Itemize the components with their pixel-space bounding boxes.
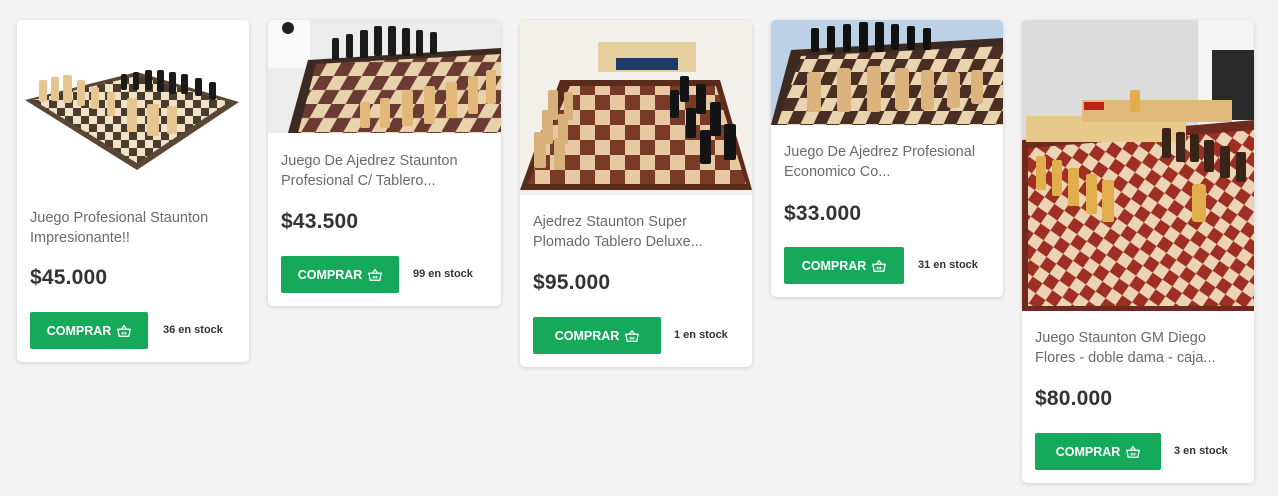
product-card[interactable]: Juego Profesional Staunton Impresionante… xyxy=(17,20,249,362)
product-card[interactable]: Juego Staunton GM Diego Flores - doble d… xyxy=(1022,20,1254,483)
stock-count: 36 en stock xyxy=(163,324,223,336)
product-title[interactable]: Juego De Ajedrez Staunton Profesional C/… xyxy=(281,151,489,191)
product-title[interactable]: Juego De Ajedrez Profesional Economico C… xyxy=(784,142,991,182)
chess-set-image xyxy=(1022,20,1254,311)
basket-icon xyxy=(872,259,887,273)
basket-icon xyxy=(368,268,383,282)
product-title[interactable]: Juego Profesional Staunton Impresionante… xyxy=(30,208,237,248)
product-price: $45.000 xyxy=(30,266,108,289)
buy-button-label: COMPRAR xyxy=(554,328,620,343)
product-image[interactable] xyxy=(1022,20,1254,311)
product-price: $80.000 xyxy=(1035,387,1113,410)
buy-button-label: COMPRAR xyxy=(46,323,112,338)
stock-count: 3 en stock xyxy=(1174,445,1228,457)
product-title[interactable]: Ajedrez Staunton Super Plomado Tablero D… xyxy=(533,212,740,252)
buy-button-label: COMPRAR xyxy=(801,258,867,273)
chess-set-image xyxy=(268,20,501,133)
buy-button[interactable]: COMPRAR xyxy=(30,312,148,349)
chess-set-image xyxy=(25,70,239,170)
chess-set-image xyxy=(771,20,1003,125)
product-image[interactable] xyxy=(268,20,501,133)
buy-button-label: COMPRAR xyxy=(297,267,363,282)
buy-button-label: COMPRAR xyxy=(1055,444,1121,459)
product-image[interactable] xyxy=(17,20,249,200)
buy-button[interactable]: COMPRAR xyxy=(533,317,661,354)
product-price: $95.000 xyxy=(533,271,611,294)
basket-icon xyxy=(1126,445,1141,459)
product-card[interactable]: Juego De Ajedrez Profesional Economico C… xyxy=(771,20,1003,297)
chess-set-image xyxy=(520,20,752,195)
product-card[interactable]: Ajedrez Staunton Super Plomado Tablero D… xyxy=(520,20,752,367)
basket-icon xyxy=(625,329,640,343)
buy-button[interactable]: COMPRAR xyxy=(281,256,399,293)
product-title[interactable]: Juego Staunton GM Diego Flores - doble d… xyxy=(1035,328,1242,368)
basket-icon xyxy=(117,324,132,338)
product-image[interactable] xyxy=(771,20,1003,125)
product-price: $33.000 xyxy=(784,202,862,225)
buy-button[interactable]: COMPRAR xyxy=(784,247,904,284)
product-card[interactable]: Juego De Ajedrez Staunton Profesional C/… xyxy=(268,20,501,306)
buy-button[interactable]: COMPRAR xyxy=(1035,433,1161,470)
product-image[interactable] xyxy=(520,20,752,195)
product-price: $43.500 xyxy=(281,210,359,233)
stock-count: 99 en stock xyxy=(413,268,473,280)
stock-count: 1 en stock xyxy=(674,329,728,341)
stock-count: 31 en stock xyxy=(918,259,978,271)
